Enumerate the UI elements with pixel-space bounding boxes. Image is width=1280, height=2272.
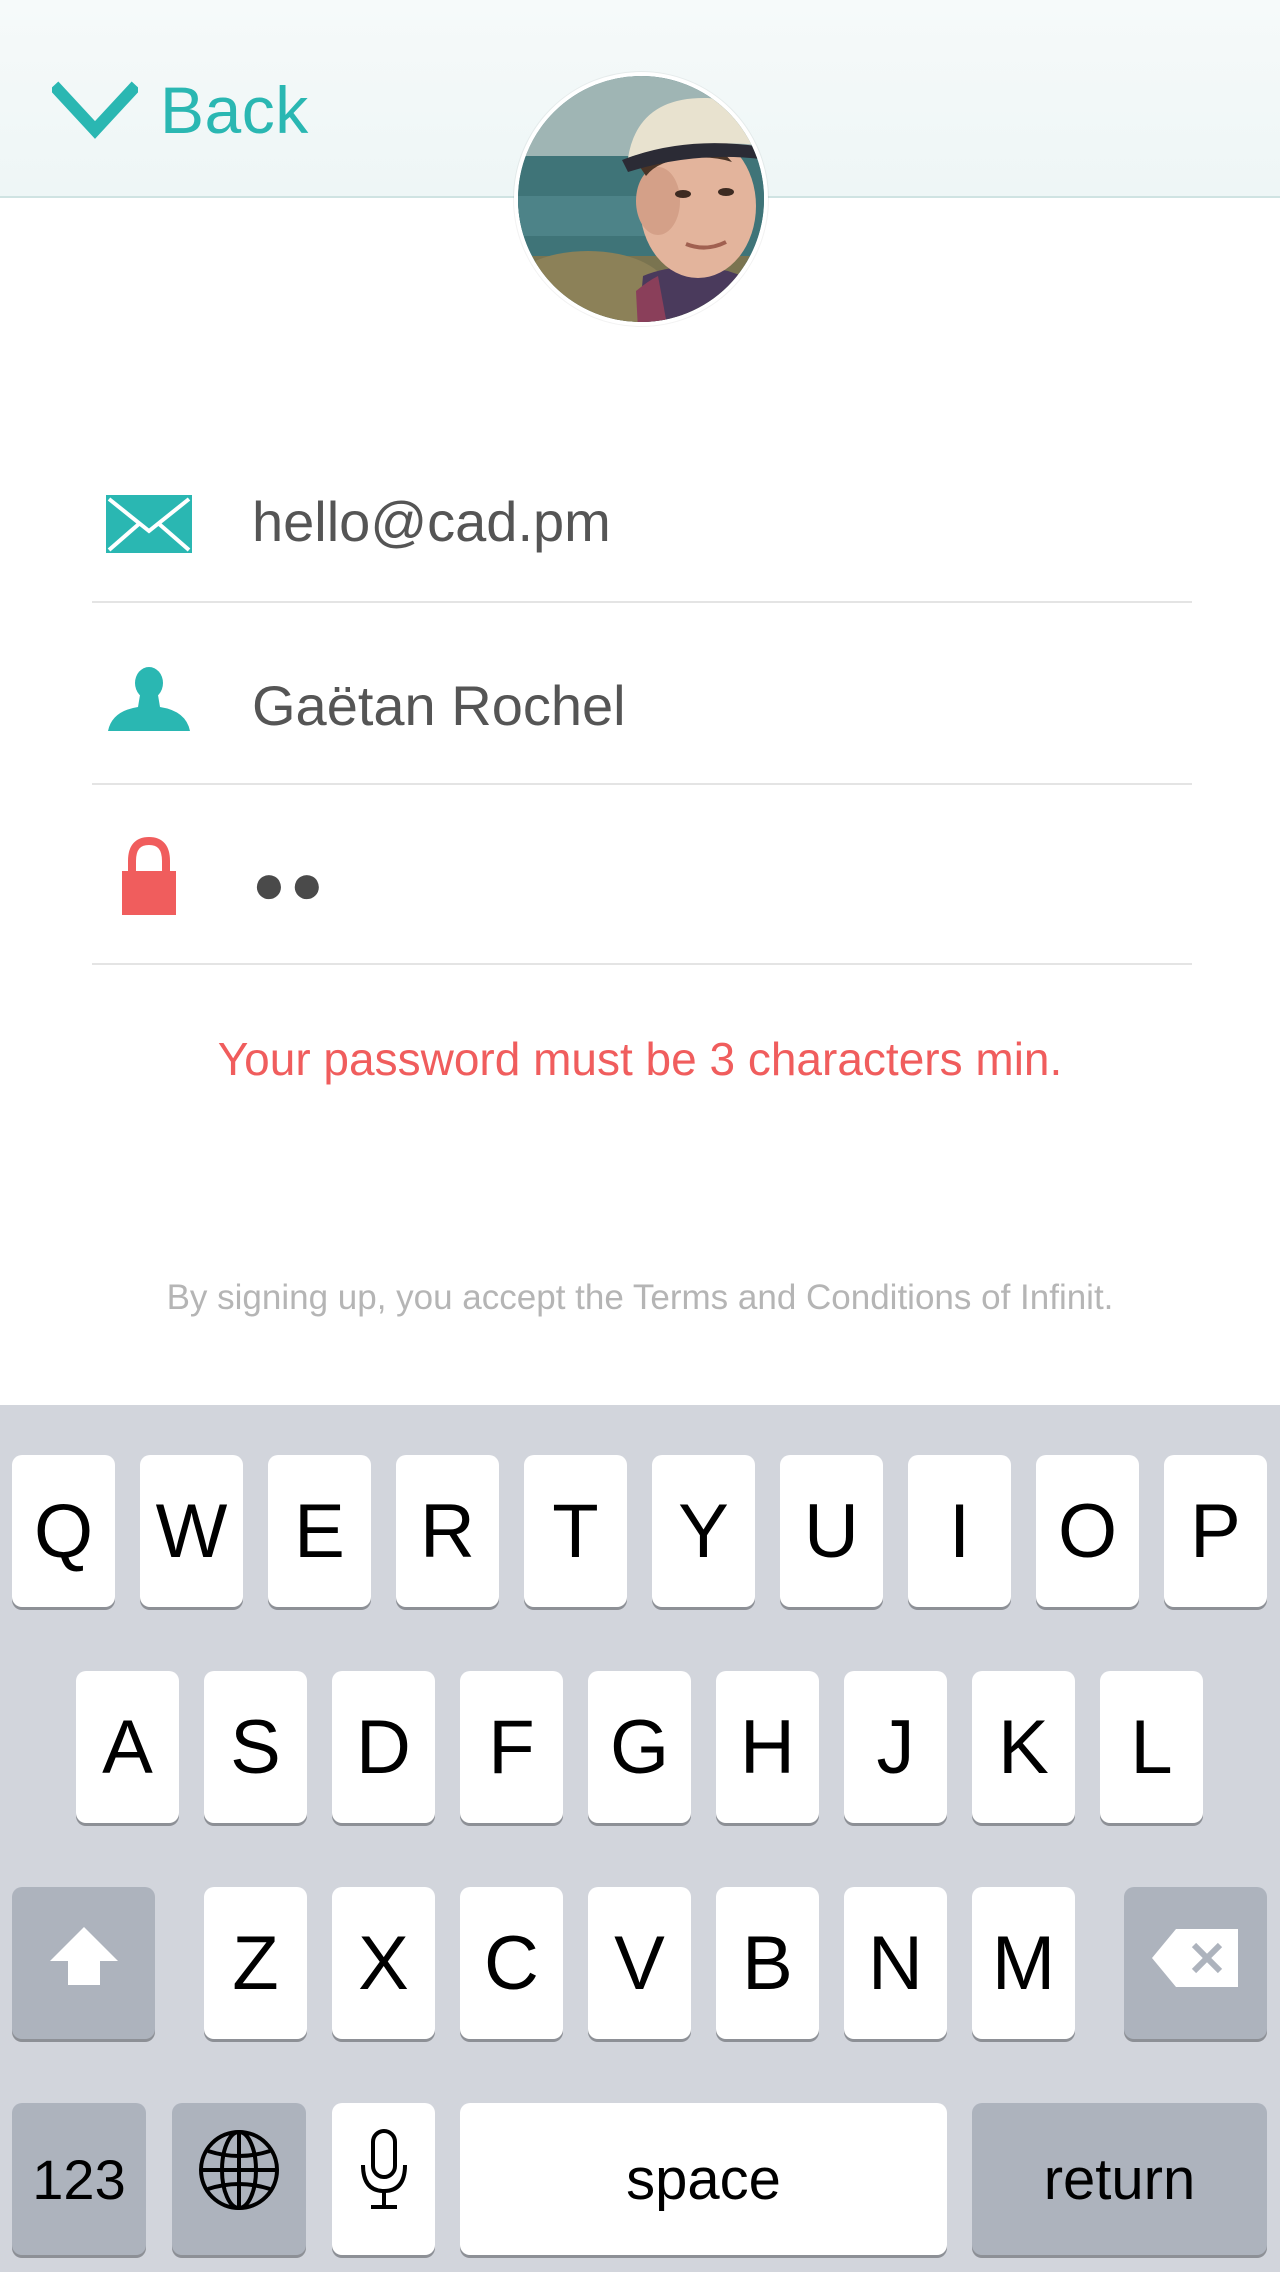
key-h[interactable]: H [716,1671,819,1823]
back-label: Back [160,73,309,147]
key-p[interactable]: P [1164,1455,1267,1607]
avatar[interactable] [514,72,768,326]
envelope-icon [104,495,194,553]
space-key[interactable]: space [460,2103,947,2255]
password-field[interactable]: ●● [92,785,1192,965]
dictation-key[interactable] [332,2103,435,2255]
key-n[interactable]: N [844,1887,947,2039]
lock-icon [104,837,194,917]
key-f[interactable]: F [460,1671,563,1823]
fullname-field[interactable]: Gaëtan Rochel [92,605,1192,785]
key-y[interactable]: Y [652,1455,755,1607]
key-w[interactable]: W [140,1455,243,1607]
back-button[interactable]: Back [52,70,309,150]
password-value: ●● [252,852,328,915]
key-u[interactable]: U [780,1455,883,1607]
chevron-down-icon [52,80,138,140]
key-m[interactable]: M [972,1887,1075,2039]
shift-key[interactable] [12,1887,155,2039]
key-b[interactable]: B [716,1887,819,2039]
key-x[interactable]: X [332,1887,435,2039]
shift-arrow-icon [46,1920,122,2007]
key-i[interactable]: I [908,1455,1011,1607]
microphone-icon [359,2127,409,2231]
key-d[interactable]: D [332,1671,435,1823]
backspace-icon [1150,1920,1242,2007]
globe-icon [196,2127,282,2231]
key-o[interactable]: O [1036,1455,1139,1607]
key-r[interactable]: R [396,1455,499,1607]
return-key[interactable]: return [972,2103,1267,2255]
key-e[interactable]: E [268,1455,371,1607]
numbers-key[interactable]: 123 [12,2103,146,2255]
email-value: hello@cad.pm [252,490,611,553]
key-q[interactable]: Q [12,1455,115,1607]
key-a[interactable]: A [76,1671,179,1823]
key-t[interactable]: T [524,1455,627,1607]
key-g[interactable]: G [588,1671,691,1823]
delete-key[interactable] [1124,1887,1267,2039]
terms-text[interactable]: By signing up, you accept the Terms and … [0,1278,1280,1318]
user-icon [104,667,194,733]
key-l[interactable]: L [1100,1671,1203,1823]
key-z[interactable]: Z [204,1887,307,2039]
keyboard: Q W E R T Y U I O P A S D F G H J K L Z … [0,1405,1280,2272]
globe-key[interactable] [172,2103,306,2255]
email-field[interactable]: hello@cad.pm [92,423,1192,603]
key-s[interactable]: S [204,1671,307,1823]
password-error-message: Your password must be 3 characters min. [217,1033,1063,1085]
key-j[interactable]: J [844,1671,947,1823]
key-c[interactable]: C [460,1887,563,2039]
key-v[interactable]: V [588,1887,691,2039]
fullname-value: Gaëtan Rochel [252,674,626,737]
key-k[interactable]: K [972,1671,1075,1823]
